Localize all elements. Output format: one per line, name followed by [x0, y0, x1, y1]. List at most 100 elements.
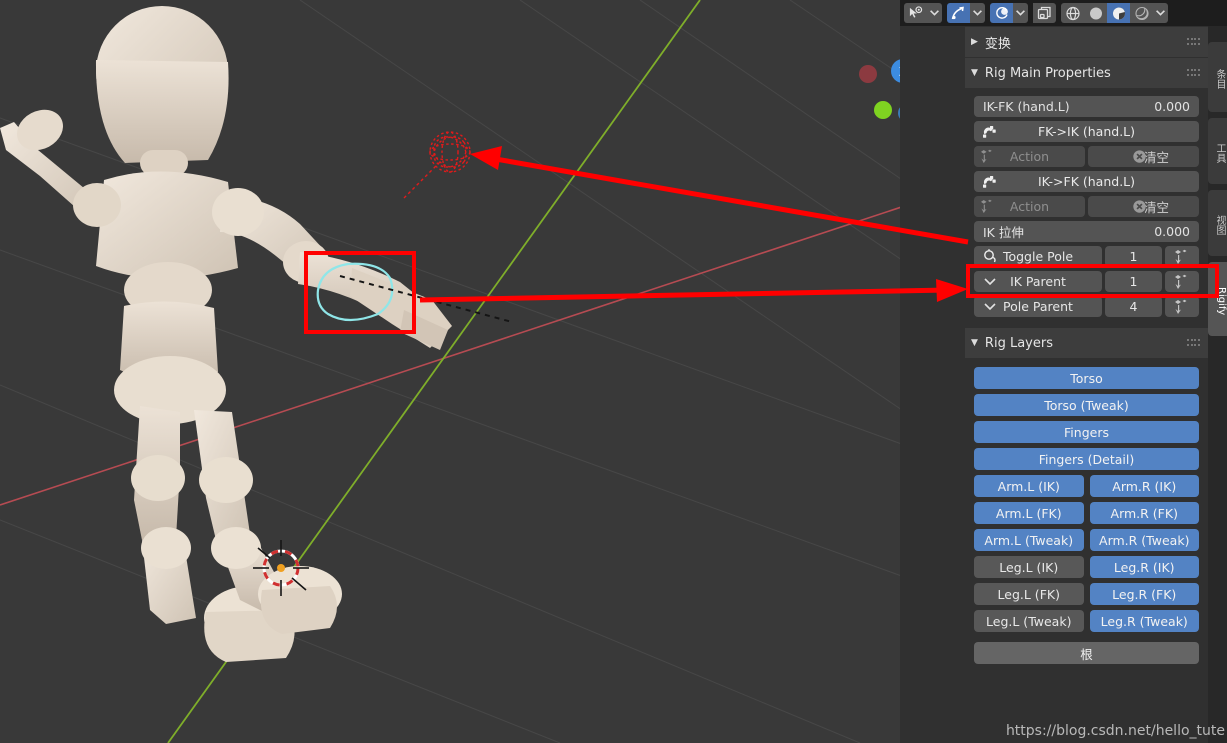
- pole-parent-dropdown[interactable]: Pole Parent: [974, 296, 1102, 317]
- rig-layers-panel-title: Rig Layers: [984, 335, 1053, 351]
- gizmo-group: [947, 3, 985, 23]
- rig-layer-arm-l-tweak[interactable]: Arm.L (Tweak): [974, 529, 1084, 551]
- ik-parent-label: IK Parent: [1010, 274, 1066, 289]
- x-circle-icon: [1132, 149, 1147, 167]
- drag-grip-icon[interactable]: [1187, 37, 1200, 47]
- rig-layer-arm-tweak-row: Arm.L (Tweak) Arm.R (Tweak): [974, 529, 1199, 551]
- blender-window: Z Y X: [0, 0, 1227, 743]
- xray-group: [1033, 3, 1056, 23]
- ik-stretch-slider[interactable]: IK 拉伸 0.000: [974, 221, 1199, 242]
- toggle-pole-row: Toggle Pole 1: [974, 246, 1199, 267]
- rig-main-properties-panel-title: Rig Main Properties: [984, 65, 1111, 81]
- pole-parent-row: Pole Parent 4: [974, 296, 1199, 317]
- drag-grip-icon[interactable]: [1187, 338, 1200, 348]
- xray-toggle[interactable]: [1033, 3, 1056, 23]
- rig-layer-arm-r-fk[interactable]: Arm.R (FK): [1089, 502, 1199, 524]
- pole-parent-label: Pole Parent: [1003, 299, 1073, 314]
- rig-layer-leg-tweak-row: Leg.L (Tweak) Leg.R (Tweak): [974, 610, 1199, 632]
- rig-layer-leg-r-fk[interactable]: Leg.R (FK): [1089, 583, 1199, 605]
- ik-stretch-value: 0.000: [1154, 224, 1190, 239]
- x-circle-icon: [1132, 199, 1147, 217]
- rig-layer-torso[interactable]: Torso: [974, 367, 1199, 389]
- toggle-pole-animate-button[interactable]: [1165, 246, 1199, 267]
- 3d-viewport[interactable]: Z Y X: [0, 0, 968, 743]
- rig-layer-root[interactable]: 根: [974, 642, 1199, 664]
- toggle-pole-button[interactable]: Toggle Pole: [974, 246, 1102, 267]
- fk-to-ik-clear-button[interactable]: 清空: [1088, 146, 1199, 167]
- ik-parent-dropdown[interactable]: IK Parent: [974, 271, 1102, 292]
- show-overlays-toggle[interactable]: [990, 3, 1013, 23]
- ik-to-fk-button[interactable]: IK->FK (hand.L): [974, 171, 1199, 192]
- rig-layer-arm-l-fk[interactable]: Arm.L (FK): [974, 502, 1084, 524]
- show-gizmo-toggle[interactable]: [947, 3, 970, 23]
- snap-magnet-icon: [981, 123, 997, 142]
- rig-main-properties-panel-header[interactable]: ▼ Rig Main Properties: [965, 58, 1208, 88]
- sidebar-tab-item[interactable]: 条目: [1208, 42, 1227, 112]
- rig-layers-body: Torso Torso (Tweak) Fingers Fingers (Det…: [965, 358, 1208, 670]
- chevron-down-icon: ▼: [971, 338, 978, 348]
- fk-to-ik-action-label: Action: [1009, 149, 1050, 164]
- rig-layers-panel-header[interactable]: ▼ Rig Layers: [965, 328, 1208, 358]
- fk-to-ik-action-field[interactable]: Action: [974, 146, 1085, 167]
- ik-fk-label: IK-FK (hand.L): [983, 99, 1070, 114]
- visibility-selectability-icon[interactable]: [904, 3, 927, 23]
- ik-to-fk-label: IK->FK (hand.L): [1037, 174, 1136, 189]
- sidebar-tab-view[interactable]: 视图: [1208, 190, 1227, 256]
- overlays-dropdown[interactable]: [1013, 3, 1028, 23]
- gizmo-dropdown[interactable]: [970, 3, 985, 23]
- rig-layer-arm-l-ik[interactable]: Arm.L (IK): [974, 475, 1084, 497]
- rig-layer-leg-r-ik[interactable]: Leg.R (IK): [1089, 556, 1199, 578]
- ik-fk-row: IK-FK (hand.L) 0.000: [974, 96, 1199, 117]
- pole-parent-animate-button[interactable]: [1165, 296, 1199, 317]
- rig-layer-arm-r-tweak[interactable]: Arm.R (Tweak): [1089, 529, 1199, 551]
- rig-layer-leg-l-tweak[interactable]: Leg.L (Tweak): [974, 610, 1084, 632]
- fk-to-ik-button[interactable]: FK->IK (hand.L): [974, 121, 1199, 142]
- toggle-pole-value[interactable]: 1: [1105, 246, 1162, 267]
- sidebar-panels: ▶ 变换 ▼ Rig Main Properties IK-FK (hand.L…: [965, 26, 1208, 743]
- shading-dropdown[interactable]: [1153, 3, 1168, 23]
- ik-stretch-label: IK 拉伸: [983, 225, 1024, 240]
- chevron-right-icon: ▶: [971, 37, 978, 47]
- ik-fk-value: 0.000: [1154, 99, 1190, 114]
- ik-fk-slider[interactable]: IK-FK (hand.L) 0.000: [974, 96, 1199, 117]
- rig-layer-leg-l-fk[interactable]: Leg.L (FK): [974, 583, 1084, 605]
- transform-panel-header[interactable]: ▶ 变换: [965, 27, 1208, 57]
- chevron-down-icon: [982, 273, 998, 292]
- ik-parent-value[interactable]: 1: [1105, 271, 1162, 292]
- visibility-dropdown[interactable]: [927, 3, 942, 23]
- rig-layer-leg-l-ik[interactable]: Leg.L (IK): [974, 556, 1084, 578]
- rig-layer-torso-tweak[interactable]: Torso (Tweak): [974, 394, 1199, 416]
- rig-layer-leg-fk-row: Leg.L (FK) Leg.R (FK): [974, 583, 1199, 605]
- rig-main-properties-body: IK-FK (hand.L) 0.000 FK->IK (hand.L) Act…: [965, 88, 1208, 327]
- fk-to-ik-row: FK->IK (hand.L): [974, 121, 1199, 142]
- action-icon: [980, 149, 995, 167]
- shading-group: [1061, 3, 1168, 23]
- sidebar-tab-strip: 条目 工具 视图 Rigify: [1208, 26, 1227, 743]
- rig-layer-leg-r-tweak[interactable]: Leg.R (Tweak): [1089, 610, 1199, 632]
- toggle-pole-label: Toggle Pole: [1002, 249, 1074, 264]
- sidebar-tab-rigify[interactable]: Rigify: [1208, 262, 1227, 336]
- viewport-header: [900, 0, 1227, 26]
- rig-layer-arm-r-ik[interactable]: Arm.R (IK): [1089, 475, 1199, 497]
- pole-parent-value[interactable]: 4: [1105, 296, 1162, 317]
- rig-layer-arm-fk-row: Arm.L (FK) Arm.R (FK): [974, 502, 1199, 524]
- shading-rendered[interactable]: [1130, 3, 1153, 23]
- ik-to-fk-action-label: Action: [1009, 199, 1050, 214]
- visibility-group: [904, 3, 942, 23]
- chevron-down-icon: [982, 298, 998, 317]
- action-icon: [980, 199, 995, 217]
- ik-to-fk-action-field[interactable]: Action: [974, 196, 1085, 217]
- rig-layer-fingers-detail[interactable]: Fingers (Detail): [974, 448, 1199, 470]
- ik-stretch-row: IK 拉伸 0.000: [974, 221, 1199, 242]
- shading-wireframe[interactable]: [1061, 3, 1084, 23]
- shading-material-preview[interactable]: [1107, 3, 1130, 23]
- fk-to-ik-action-row: Action 清空: [974, 146, 1199, 167]
- drag-grip-icon[interactable]: [1187, 68, 1200, 78]
- rig-layer-fingers[interactable]: Fingers: [974, 421, 1199, 443]
- watermark-url: https://blog.csdn.net/hello_tute: [1005, 723, 1225, 739]
- ik-parent-animate-button[interactable]: [1165, 271, 1199, 292]
- shading-solid[interactable]: [1084, 3, 1107, 23]
- ik-to-fk-clear-button[interactable]: 清空: [1088, 196, 1199, 217]
- fk-to-ik-clear-label: 清空: [1143, 150, 1169, 165]
- sidebar-tab-tool[interactable]: 工具: [1208, 118, 1227, 184]
